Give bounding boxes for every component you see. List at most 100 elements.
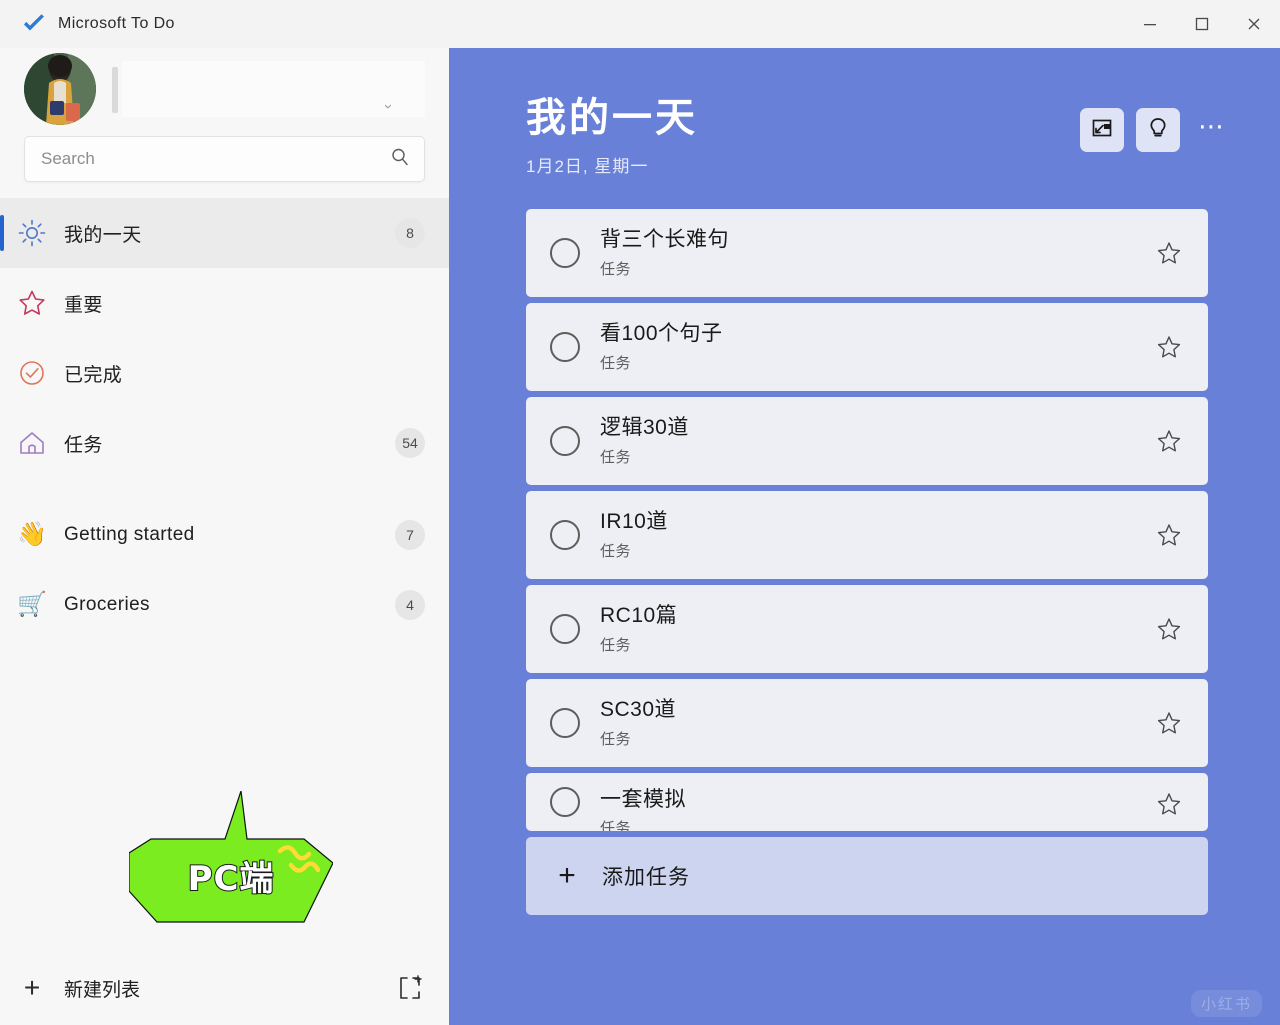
sidebar-item-tasks[interactable]: 任务 54 xyxy=(0,408,449,478)
todo-app-window: Microsoft To Do › Search 我的一天 8 重要 已完成 任… xyxy=(0,0,1280,1025)
star-icon[interactable] xyxy=(1152,518,1186,552)
task-row[interactable]: 一套模拟 任务 xyxy=(526,773,1208,831)
task-content: SC30道 任务 xyxy=(600,697,1152,748)
new-list-row[interactable]: + 新建列表 xyxy=(0,951,449,1025)
add-task-row[interactable]: + 添加任务 xyxy=(526,837,1208,915)
sidebar-item-groceries[interactable]: 🛒 Groceries 4 xyxy=(0,570,449,640)
minimize-icon xyxy=(1144,24,1156,26)
task-checkbox[interactable] xyxy=(550,708,580,738)
sidebar-item-count: 7 xyxy=(395,520,425,550)
minimize-button[interactable] xyxy=(1124,0,1176,48)
task-title: IR10道 xyxy=(600,510,668,534)
navigation-list: 我的一天 8 重要 已完成 任务 54 👋 Getting started 7 … xyxy=(0,198,449,640)
main-panel: 我的一天 1月2日, 星期一 ⋯ 背三个长难句 任务 看100个句子 任务 逻辑… xyxy=(449,48,1280,1025)
task-meta: 任务 xyxy=(600,542,632,560)
waving-hand-icon: 👋 xyxy=(17,521,47,548)
watermark: 小红书 xyxy=(1190,990,1262,1017)
add-task-label: 添加任务 xyxy=(602,866,690,889)
sidebar-item-count: 4 xyxy=(395,590,425,620)
task-row[interactable]: RC10篇 任务 xyxy=(526,585,1208,673)
task-title: RC10篇 xyxy=(600,604,678,628)
sidebar-item-getting-started[interactable]: 👋 Getting started 7 xyxy=(0,500,449,570)
star-icon[interactable] xyxy=(1152,787,1186,821)
plus-icon: + xyxy=(558,859,576,892)
star-icon[interactable] xyxy=(1152,330,1186,364)
app-logo-icon xyxy=(20,10,48,38)
chevron-icon[interactable]: › xyxy=(380,104,397,109)
task-content: IR10道 任务 xyxy=(600,509,1152,560)
task-checkbox[interactable] xyxy=(550,787,580,817)
account-row[interactable]: › xyxy=(0,48,449,130)
star-icon[interactable] xyxy=(1152,236,1186,270)
task-checkbox[interactable] xyxy=(550,520,580,550)
account-name-redacted xyxy=(112,61,425,117)
task-row[interactable]: SC30道 任务 xyxy=(526,679,1208,767)
task-title: 一套模拟 xyxy=(600,788,686,811)
sidebar-item-count: 54 xyxy=(395,428,425,458)
star-icon[interactable] xyxy=(1152,612,1186,646)
search-area xyxy=(0,130,449,182)
new-group-icon[interactable] xyxy=(393,971,427,1005)
sidebar-item-label: 已完成 xyxy=(64,364,123,386)
nav-divider-gap xyxy=(0,478,449,500)
star-icon[interactable] xyxy=(1152,706,1186,740)
pc-annotation-label: PC端 xyxy=(187,858,275,900)
title-bar: Microsoft To Do xyxy=(0,0,1280,48)
avatar xyxy=(24,53,96,125)
task-content: 背三个长难句 任务 xyxy=(600,227,1152,278)
task-checkbox[interactable] xyxy=(550,238,580,268)
shopping-cart-icon: 🛒 xyxy=(17,591,47,618)
task-meta: 任务 xyxy=(600,448,632,466)
task-title: SC30道 xyxy=(600,698,677,722)
task-list: 背三个长难句 任务 看100个句子 任务 逻辑30道 任务 IR10道 任务 R… xyxy=(449,209,1280,915)
task-checkbox[interactable] xyxy=(550,614,580,644)
task-content: RC10篇 任务 xyxy=(600,603,1152,654)
page-subtitle: 1月2日, 星期一 xyxy=(526,157,649,176)
task-row[interactable]: 看100个句子 任务 xyxy=(526,303,1208,391)
header-actions: ⋯ xyxy=(1080,108,1232,152)
task-title: 看100个句子 xyxy=(600,322,723,346)
sidebar-item-label: Getting started xyxy=(64,524,195,545)
sidebar-item-label: Groceries xyxy=(64,594,150,615)
sidebar-item-label: 重要 xyxy=(64,294,103,316)
sidebar-item-important[interactable]: 重要 xyxy=(0,268,449,338)
plus-icon: + xyxy=(23,972,41,1003)
new-list-label: 新建列表 xyxy=(64,979,141,1001)
search-icon xyxy=(390,147,410,172)
suggestions-button[interactable] xyxy=(1136,108,1180,152)
task-meta: 任务 xyxy=(600,636,632,654)
close-button[interactable] xyxy=(1228,0,1280,48)
sidebar: › Search 我的一天 8 重要 已完成 任务 54 👋 Getting s… xyxy=(0,48,449,1025)
sun-icon xyxy=(0,218,64,248)
window-controls xyxy=(1124,0,1280,48)
task-title: 逻辑30道 xyxy=(600,416,689,440)
task-checkbox[interactable] xyxy=(550,426,580,456)
task-meta: 任务 xyxy=(600,820,632,831)
maximize-button[interactable] xyxy=(1176,0,1228,48)
pc-annotation-bubble: PC端 xyxy=(129,791,333,926)
task-row[interactable]: 背三个长难句 任务 xyxy=(526,209,1208,297)
home-icon xyxy=(0,428,64,458)
search-box[interactable] xyxy=(24,136,425,182)
more-options-button[interactable]: ⋯ xyxy=(1192,108,1232,152)
task-row[interactable]: IR10道 任务 xyxy=(526,491,1208,579)
change-background-icon xyxy=(1090,116,1114,145)
task-meta: 任务 xyxy=(600,730,632,748)
list-header: 我的一天 1月2日, 星期一 ⋯ xyxy=(449,48,1280,177)
sidebar-item-count: 8 xyxy=(395,218,425,248)
check-circle-icon xyxy=(0,358,64,388)
sidebar-item-label: 任务 xyxy=(64,434,103,456)
task-row[interactable]: 逻辑30道 任务 xyxy=(526,397,1208,485)
task-checkbox[interactable] xyxy=(550,332,580,362)
sidebar-item-my-day[interactable]: 我的一天 8 xyxy=(0,198,449,268)
search-input[interactable] xyxy=(41,149,382,169)
task-meta: 任务 xyxy=(600,260,632,278)
close-icon xyxy=(1248,18,1260,30)
sidebar-item-completed[interactable]: 已完成 xyxy=(0,338,449,408)
star-icon[interactable] xyxy=(1152,424,1186,458)
lightbulb-icon xyxy=(1146,116,1170,145)
change-theme-button[interactable] xyxy=(1080,108,1124,152)
task-meta: 任务 xyxy=(600,354,632,372)
star-icon xyxy=(0,288,64,318)
task-title: 背三个长难句 xyxy=(600,228,729,252)
